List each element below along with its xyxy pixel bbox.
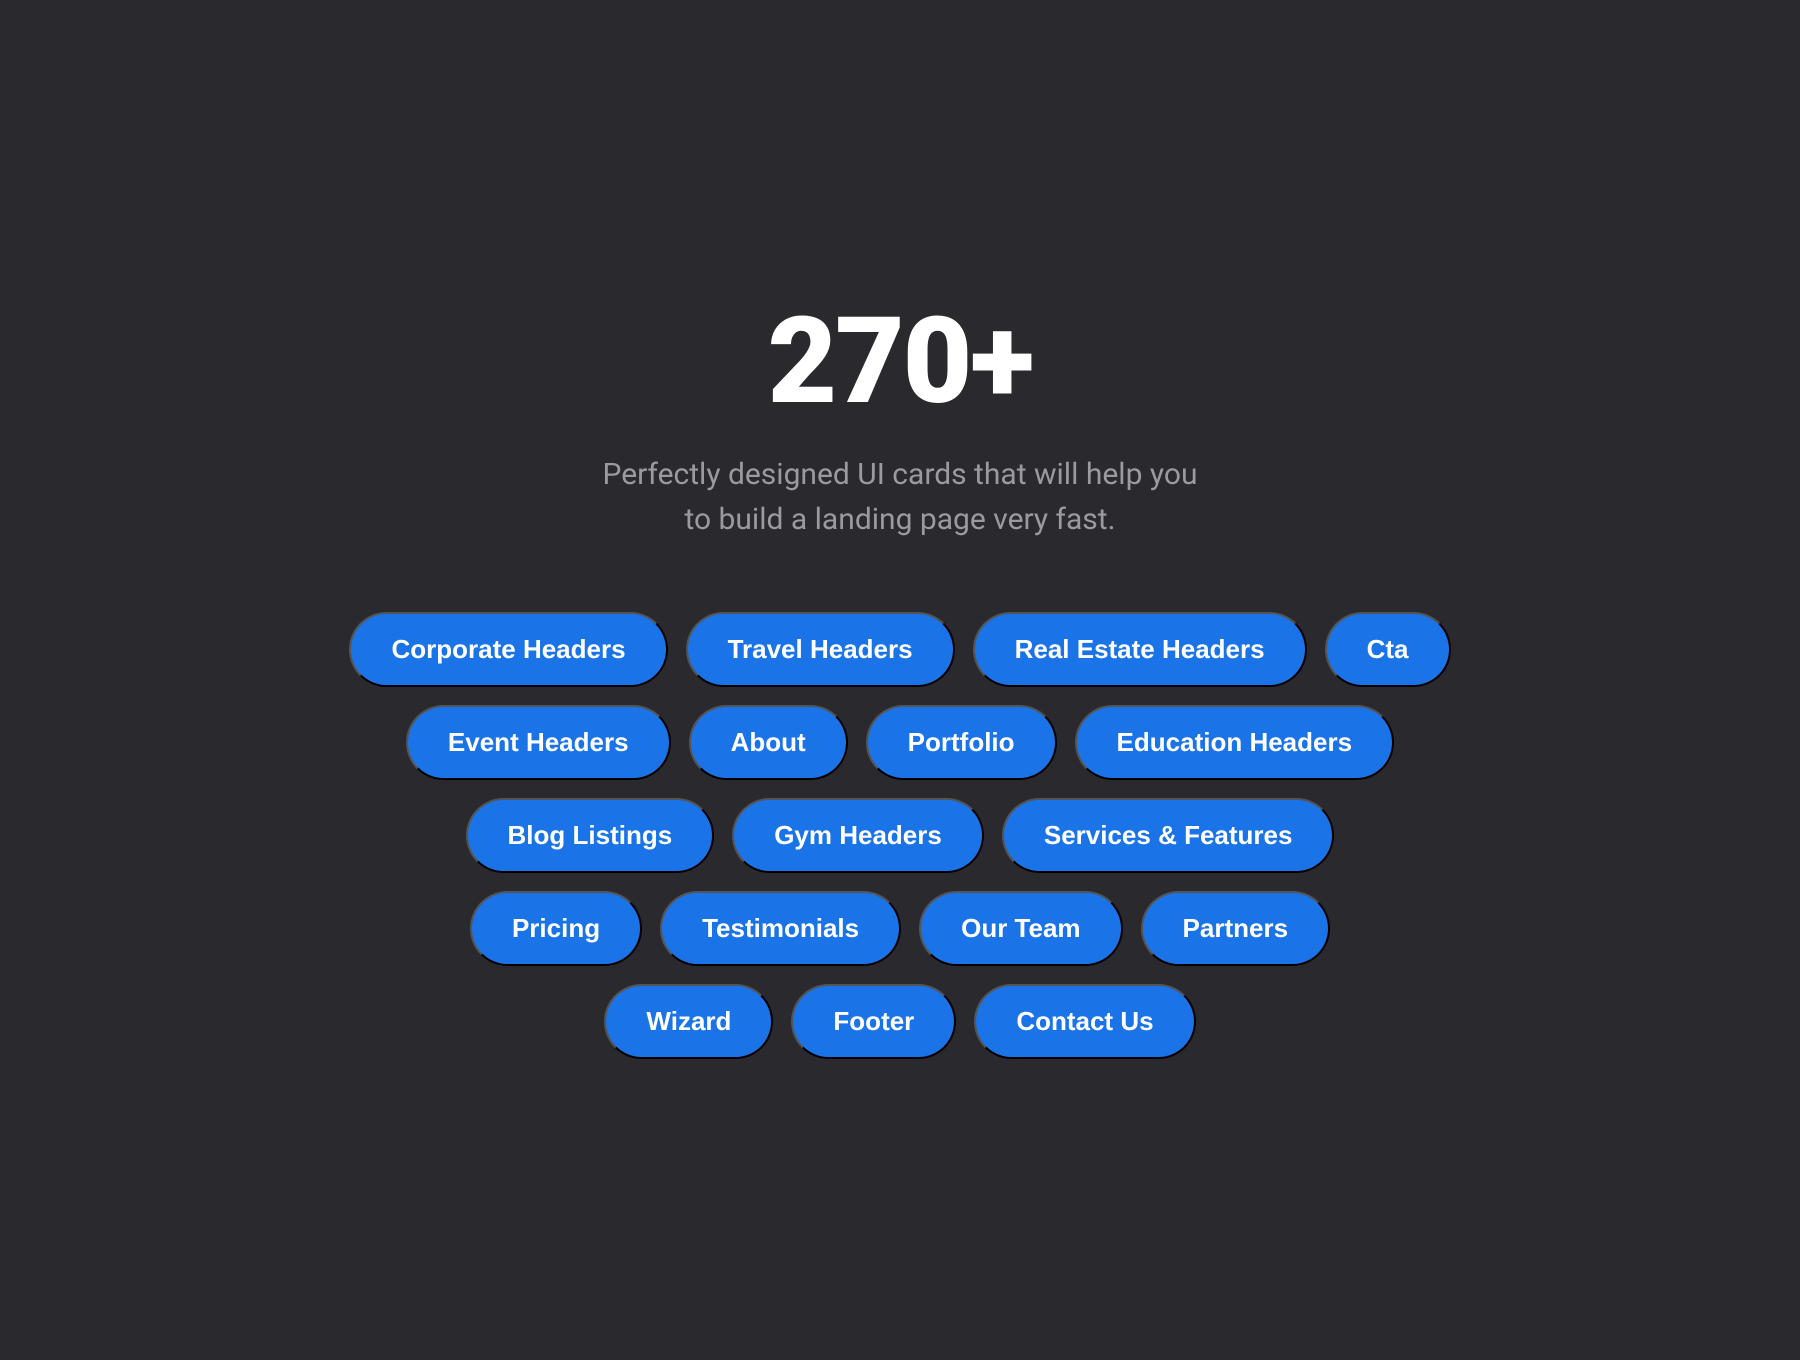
tag-education-headers[interactable]: Education Headers xyxy=(1075,705,1395,780)
tag-cta[interactable]: Cta xyxy=(1325,612,1451,687)
tags-wrapper: Corporate Headers Travel HeadersReal Esta… xyxy=(240,612,1560,1059)
tag-row-row4: PricingTestimonialsOur Team Partners xyxy=(470,891,1330,966)
subtitle-line1: Perfectly designed UI cards that will he… xyxy=(603,457,1198,492)
tag-portfolio[interactable]: Portfolio xyxy=(866,705,1057,780)
tag-row-row1: Corporate Headers Travel HeadersReal Esta… xyxy=(349,612,1450,687)
count-heading: 270+ xyxy=(240,302,1560,422)
tag-wizard[interactable]: Wizard xyxy=(604,984,773,1059)
tag-testimonials[interactable]: Testimonials xyxy=(660,891,901,966)
tag-pricing[interactable]: Pricing xyxy=(470,891,642,966)
tag-event-headers[interactable]: Event Headers xyxy=(406,705,671,780)
tag-travel-headers[interactable]: Travel Headers xyxy=(686,612,955,687)
subtitle-line2: to build a landing page very fast. xyxy=(684,502,1115,537)
tag-about[interactable]: About xyxy=(689,705,848,780)
subtitle: Perfectly designed UI cards that will he… xyxy=(240,452,1560,542)
tag-row-row5: WizardFooterContact Us xyxy=(604,984,1195,1059)
main-container: 270+ Perfectly designed UI cards that wi… xyxy=(200,242,1600,1119)
tag-contact-us[interactable]: Contact Us xyxy=(974,984,1195,1059)
tag-services-features[interactable]: Services & Features xyxy=(1002,798,1335,873)
tag-gym-headers[interactable]: Gym Headers xyxy=(732,798,984,873)
tag-row-row2: Event HeadersAboutPortfolioEducation Hea… xyxy=(406,705,1394,780)
tag-our-team[interactable]: Our Team xyxy=(919,891,1122,966)
tag-corporate-headers[interactable]: Corporate Headers xyxy=(349,612,667,687)
tag-row-row3: Blog ListingsGym HeadersServices & Featu… xyxy=(466,798,1335,873)
tag-footer[interactable]: Footer xyxy=(791,984,956,1059)
tag-real-estate-headers[interactable]: Real Estate Headers xyxy=(973,612,1307,687)
tag-partners[interactable]: Partners xyxy=(1141,891,1331,966)
tag-blog-listings[interactable]: Blog Listings xyxy=(466,798,715,873)
